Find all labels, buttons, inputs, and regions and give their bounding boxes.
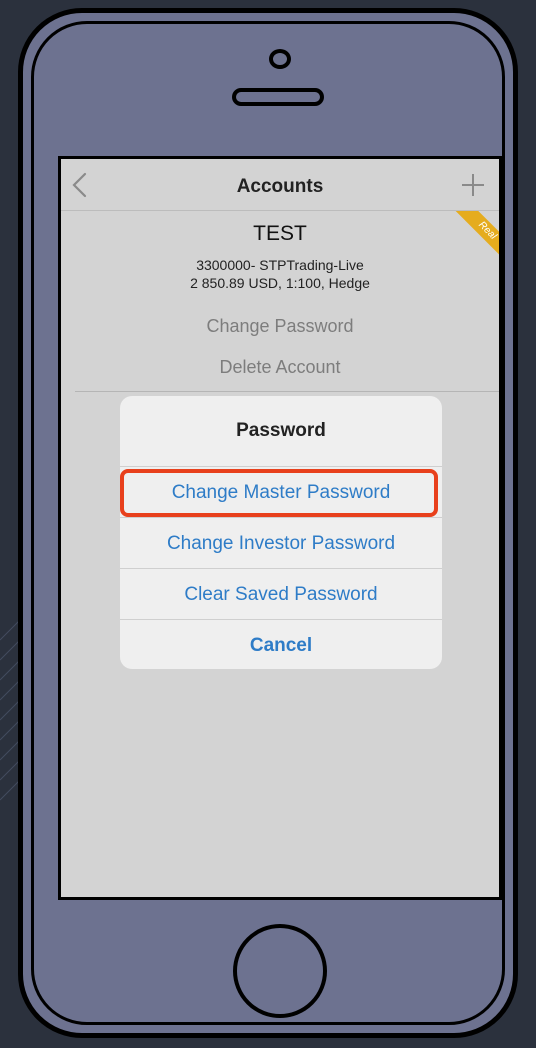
change-master-password-button[interactable]: Change Master Password xyxy=(120,466,442,518)
change-password-item[interactable]: Change Password xyxy=(61,316,499,337)
plus-icon[interactable] xyxy=(461,173,485,197)
page-title: Accounts xyxy=(236,176,324,197)
account-details: 2 850.89 USD, 1:100, Hedge xyxy=(190,275,370,291)
change-investor-password-button[interactable]: Change Investor Password xyxy=(120,517,442,569)
delete-account-item[interactable]: Delete Account xyxy=(61,357,499,378)
app-screen: Accounts Real TEST 3300000- STPTrading-L… xyxy=(58,156,502,900)
speaker-icon xyxy=(232,88,324,106)
divider xyxy=(75,391,499,392)
cancel-button[interactable]: Cancel xyxy=(120,619,442,671)
camera-icon xyxy=(269,49,291,69)
password-action-sheet: Password Change Master Password Change I… xyxy=(120,396,442,669)
account-server: 3300000- STPTrading-Live xyxy=(196,257,364,273)
home-button[interactable] xyxy=(233,924,327,1018)
account-name: TEST xyxy=(253,222,307,245)
sheet-title: Password xyxy=(236,420,326,441)
clear-saved-password-button[interactable]: Clear Saved Password xyxy=(120,568,442,620)
navigation-bar: Accounts xyxy=(61,159,499,211)
